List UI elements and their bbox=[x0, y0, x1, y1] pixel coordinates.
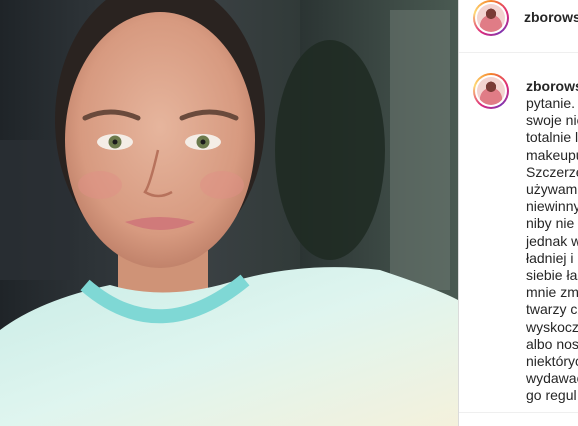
caption-line: używam bbox=[526, 181, 578, 198]
post-photo[interactable] bbox=[0, 0, 458, 426]
caption-line: niewinny bbox=[526, 198, 578, 215]
avatar-inner bbox=[475, 75, 507, 107]
post-header: zborowsk bbox=[459, 0, 578, 53]
caption-line: albo nos bbox=[526, 335, 578, 352]
comments-divider bbox=[459, 412, 578, 413]
caption-line: wydawać bbox=[526, 370, 578, 387]
caption-line: mnie zm bbox=[526, 284, 578, 301]
caption-line: niby nie bbox=[526, 215, 575, 232]
caption-line: twarzy cz bbox=[526, 301, 578, 318]
caption-line: totalnie l bbox=[526, 129, 578, 146]
caption-line: jednak w bbox=[526, 232, 578, 249]
avatar-inner bbox=[475, 2, 507, 34]
avatar-image bbox=[477, 4, 505, 32]
caption-line: makeupu bbox=[526, 146, 578, 163]
caption-line: ładniej i bbox=[526, 249, 574, 266]
selfie-image bbox=[0, 0, 458, 426]
comment-username[interactable]: zborows bbox=[526, 78, 578, 94]
profile-avatar-icon[interactable] bbox=[473, 0, 509, 36]
caption-line: siebie łas bbox=[526, 267, 578, 284]
caption-line: Szczerze bbox=[526, 163, 578, 180]
caption-line: go regul bbox=[526, 387, 577, 404]
caption-line: wyskoczy bbox=[526, 318, 578, 335]
caption-line: niektóryc bbox=[526, 353, 578, 370]
comment-avatar-icon[interactable] bbox=[473, 73, 509, 109]
avatar-image bbox=[477, 77, 505, 105]
caption-line: pytanie. bbox=[526, 95, 576, 111]
post-caption: pytanie. swoje nie totalnie l makeupu Sz… bbox=[526, 95, 578, 405]
post-sidebar: zborowsk zborows pytanie. swoje nie tota… bbox=[458, 0, 578, 426]
header-username[interactable]: zborowsk bbox=[524, 9, 578, 25]
caption-line: swoje nie bbox=[526, 112, 578, 129]
